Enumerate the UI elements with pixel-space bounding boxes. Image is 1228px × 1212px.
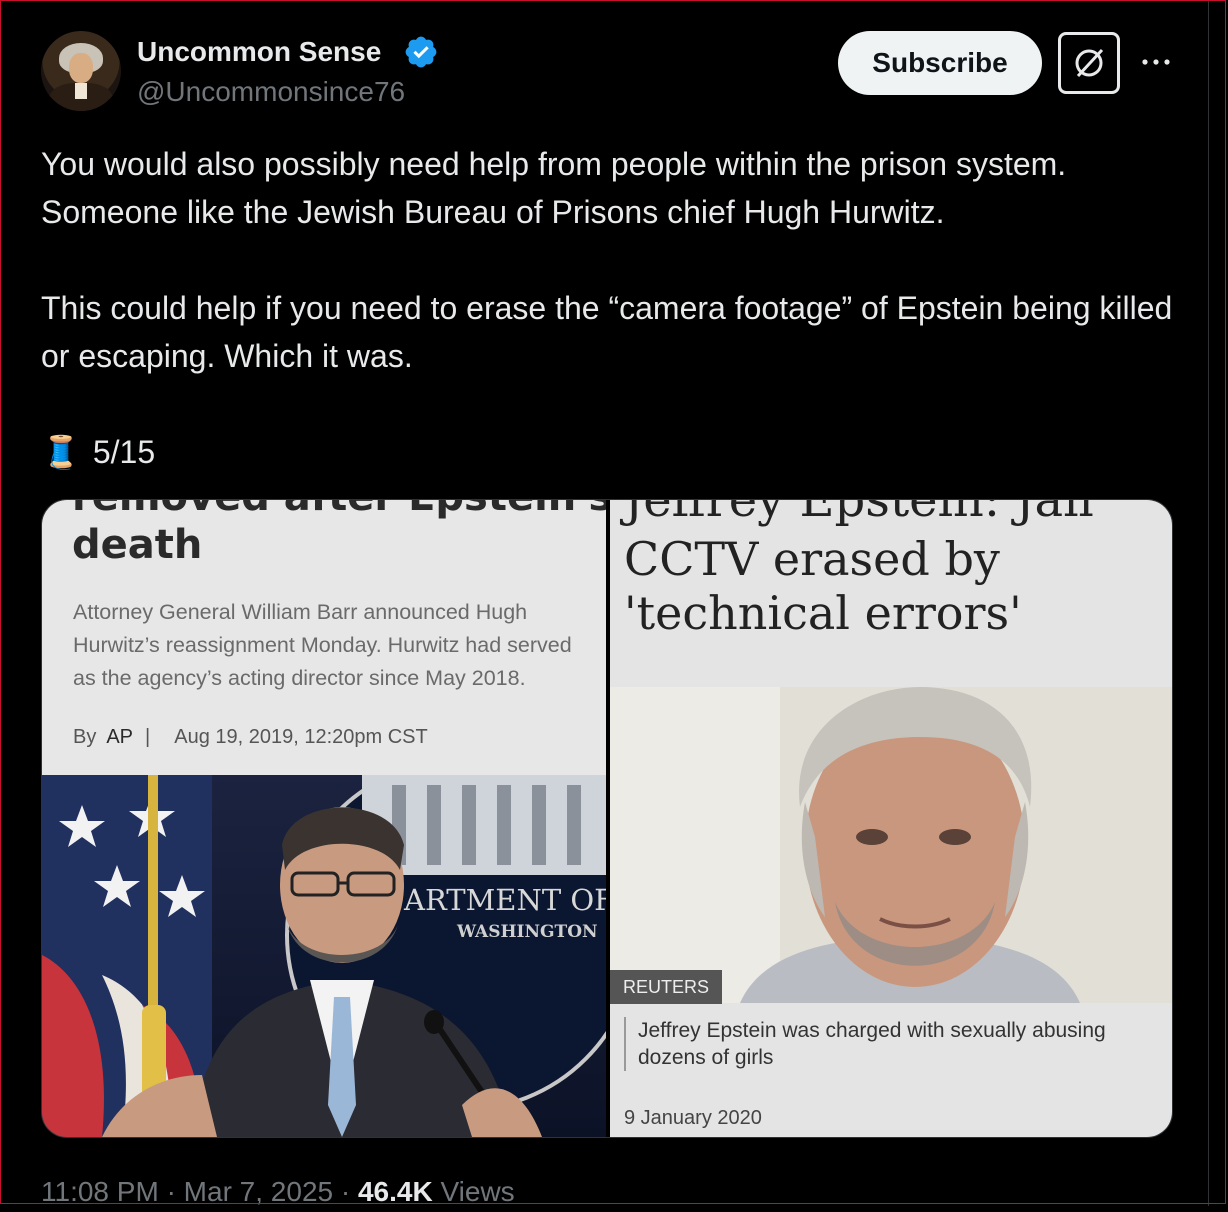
grok-button[interactable]: [1058, 32, 1120, 94]
subscribe-button[interactable]: Subscribe: [838, 31, 1042, 95]
views-count: 46.4K: [357, 1176, 433, 1207]
views-label: Views: [440, 1176, 515, 1207]
media-image-right[interactable]: Jeffrey Epstein: Jail CCTV erased by 'te…: [610, 500, 1172, 1137]
post-time[interactable]: 11:08 PM: [41, 1176, 159, 1207]
tweet-media[interactable]: removed after Epstein's death Attorney G…: [41, 499, 1173, 1138]
author-avatar[interactable]: [41, 31, 121, 111]
epstein-photo: [610, 687, 1172, 1003]
media-image-left[interactable]: removed after Epstein's death Attorney G…: [42, 500, 606, 1137]
author-name[interactable]: Uncommon Sense: [137, 35, 381, 69]
left-byline: By AP | Aug 19, 2019, 12:20pm CST: [73, 726, 428, 748]
svg-text:WASHINGTON: WASHINGTON: [456, 922, 598, 942]
post-date[interactable]: Mar 7, 2025: [184, 1176, 333, 1207]
grok-icon: [1075, 48, 1104, 78]
right-headline-cut: Jeffrey Epstein: Jail: [624, 500, 1094, 528]
photo-caption: Jeffrey Epstein was charged with sexuall…: [624, 1017, 1168, 1071]
hurwitz-photo: ARTMENT OF J WASHINGTON: [42, 775, 606, 1137]
thread-counter: 🧵 5/15: [41, 428, 155, 476]
right-headline: CCTV erased by 'technical errors': [624, 532, 1022, 640]
tweet-text: You would also possibly need help from p…: [41, 146, 1173, 374]
more-dots-icon: [1142, 59, 1170, 65]
left-headline-cut: removed after Epstein's: [72, 500, 606, 520]
thread-spool-icon: 🧵: [41, 434, 81, 470]
timeline-divider: [1208, 0, 1209, 1206]
article-date: 9 January 2020: [624, 1107, 762, 1129]
author-handle[interactable]: @Uncommonsince76: [137, 75, 405, 109]
source-badge: REUTERS: [610, 970, 723, 1004]
more-options-button[interactable]: [1138, 44, 1174, 80]
left-article-body: Attorney General William Barr announced …: [73, 600, 572, 690]
thread-count: 5/15: [92, 434, 156, 470]
left-headline: death: [72, 522, 203, 568]
tweet-meta: 11:08 PM · Mar 7, 2025 · 46.4K Views: [41, 1176, 515, 1207]
verified-badge-icon[interactable]: [403, 34, 439, 70]
svg-text:ARTMENT OF J: ARTMENT OF J: [403, 883, 606, 917]
